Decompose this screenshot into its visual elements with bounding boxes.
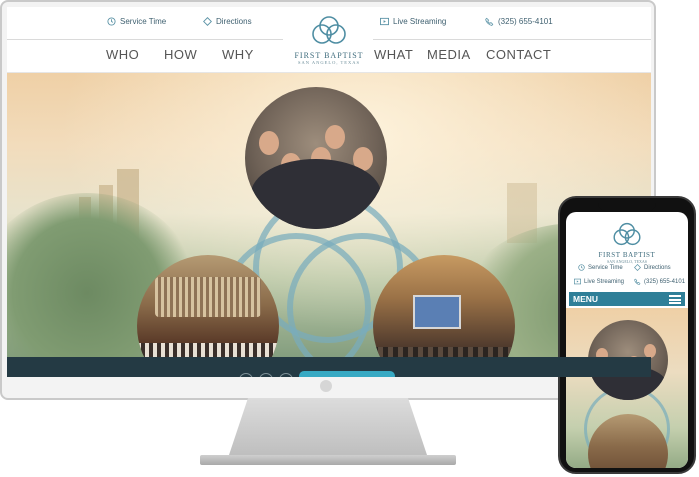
diamond-arrow-icon xyxy=(203,17,212,26)
clock-icon xyxy=(107,17,116,26)
mobile-directions-link[interactable]: Directions xyxy=(634,264,671,271)
site-logo[interactable]: FIRST BAPTIST SAN ANGELO, TEXAS xyxy=(287,15,371,65)
directions-label: Directions xyxy=(216,17,252,26)
nav-who[interactable]: WHO xyxy=(106,47,139,62)
play-screen-icon xyxy=(574,278,581,285)
monitor-stand xyxy=(228,398,428,458)
phone-number: (325) 655-4101 xyxy=(498,17,553,26)
diamond-arrow-icon xyxy=(634,264,641,271)
monitor-stand-base xyxy=(200,455,456,465)
header-divider-right xyxy=(373,39,651,40)
mobile-phone-link[interactable]: (325) 655-4101 xyxy=(634,278,685,285)
mobile-menu-label: MENU xyxy=(573,294,599,304)
logo-name: FIRST BAPTIST xyxy=(294,51,364,60)
mobile-live-streaming-label: Live Streaming xyxy=(584,278,625,285)
mobile-menu-bar[interactable]: MENU xyxy=(569,292,685,306)
mobile-phone-number: (325) 655-4101 xyxy=(644,278,686,285)
social-icon[interactable] xyxy=(259,373,273,377)
logo-subtitle: SAN ANGELO, TEXAS xyxy=(297,60,361,65)
phone-notch xyxy=(598,202,656,211)
hamburger-icon[interactable] xyxy=(669,295,681,304)
play-screen-icon xyxy=(380,17,389,26)
service-time-label: Service Time xyxy=(120,17,167,26)
person xyxy=(325,125,345,149)
social-icon[interactable] xyxy=(239,373,253,377)
group-clothing xyxy=(251,159,381,229)
mobile-hero xyxy=(566,308,688,468)
nav-why[interactable]: WHY xyxy=(222,47,254,62)
projection-screen xyxy=(413,295,461,329)
footer-bar xyxy=(7,357,651,377)
person xyxy=(644,344,656,358)
nav-contact[interactable]: CONTACT xyxy=(486,47,551,62)
mobile-directions-label: Directions xyxy=(644,264,671,271)
congregation-photo-top xyxy=(245,87,387,229)
header-divider-left xyxy=(7,39,283,40)
mobile-service-time-label: Service Time xyxy=(588,264,623,271)
service-time-link[interactable]: Service Time xyxy=(107,17,166,26)
nav-how[interactable]: HOW xyxy=(164,47,197,62)
triquetra-icon xyxy=(312,16,346,44)
social-icon[interactable] xyxy=(279,373,293,377)
triquetra-icon xyxy=(613,222,641,246)
phone-link[interactable]: (325) 655-4101 xyxy=(485,17,553,26)
live-streaming-label: Live Streaming xyxy=(393,17,447,26)
nav-what[interactable]: WHAT xyxy=(374,47,413,62)
mobile-service-time-link[interactable]: Service Time xyxy=(578,264,623,271)
pipe-organ xyxy=(155,277,261,317)
hero-section xyxy=(7,73,651,365)
apple-logo-icon xyxy=(320,380,332,392)
clock-icon xyxy=(578,264,585,271)
device-mockup: Service Time Directions Live Streaming (… xyxy=(0,0,699,477)
mobile-site-logo[interactable]: FIRST BAPTIST SAN ANGELO, TEXAS xyxy=(566,222,688,264)
mobile-phone: FIRST BAPTIST SAN ANGELO, TEXAS Service … xyxy=(558,196,696,474)
phone-icon xyxy=(634,278,641,285)
mobile-screen: FIRST BAPTIST SAN ANGELO, TEXAS Service … xyxy=(566,212,688,468)
site-header: Service Time Directions Live Streaming (… xyxy=(7,7,651,73)
footer-cta-button[interactable] xyxy=(299,371,395,377)
nav-media[interactable]: MEDIA xyxy=(427,47,471,62)
directions-link[interactable]: Directions xyxy=(203,17,252,26)
phone-icon xyxy=(485,17,494,26)
person xyxy=(259,131,279,155)
mobile-logo-name: FIRST BAPTIST xyxy=(598,251,656,259)
mobile-live-streaming-link[interactable]: Live Streaming xyxy=(574,278,624,285)
desktop-screen: Service Time Directions Live Streaming (… xyxy=(7,7,651,377)
live-streaming-link[interactable]: Live Streaming xyxy=(380,17,446,26)
